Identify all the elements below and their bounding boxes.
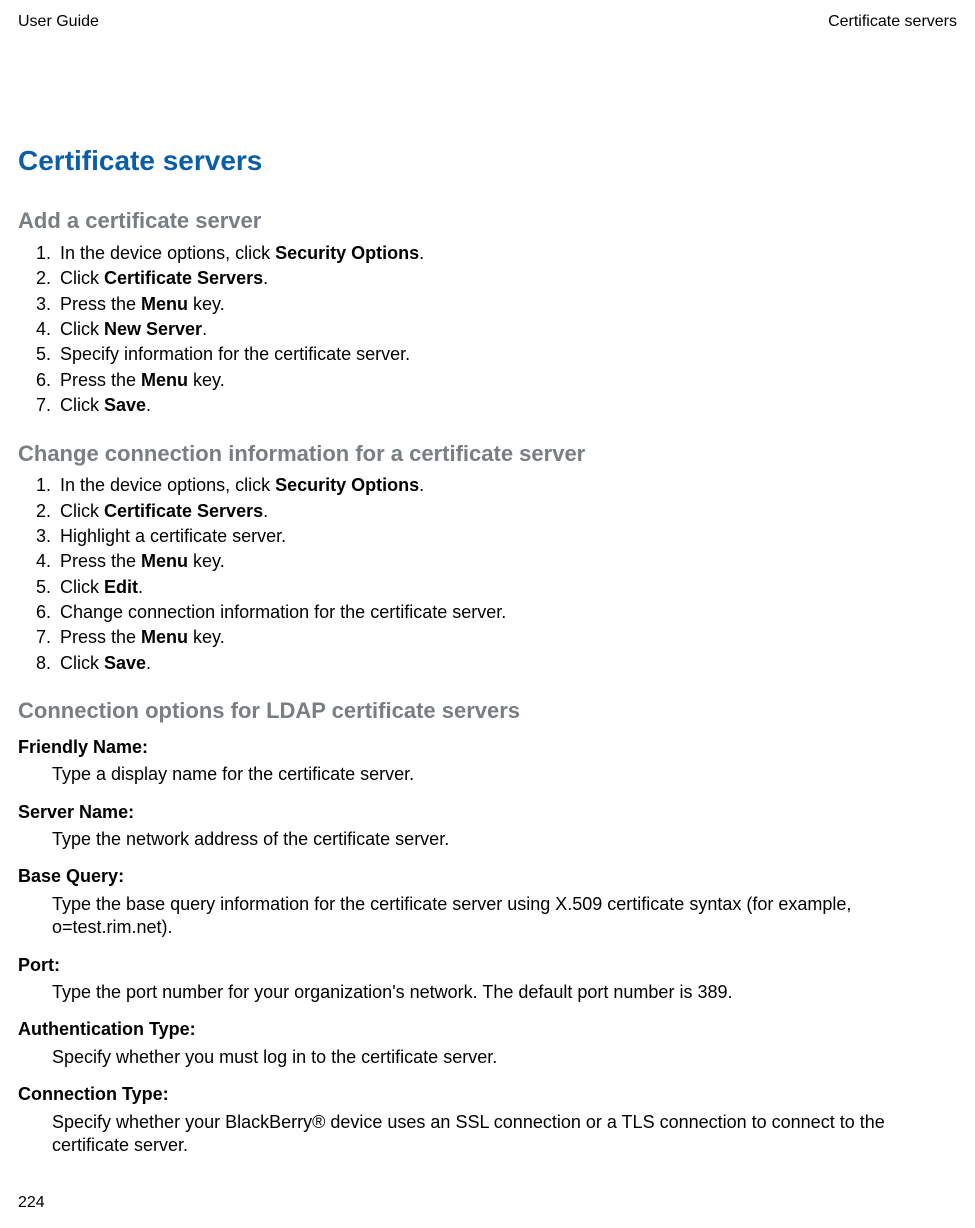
page-number: 224 bbox=[18, 1193, 45, 1214]
definition-list: Friendly Name Type a display name for th… bbox=[18, 736, 957, 1157]
definition-term: Authentication Type bbox=[18, 1019, 196, 1039]
header-right: Certificate servers bbox=[828, 12, 957, 33]
page-title: Certificate servers bbox=[18, 143, 957, 179]
list-item: Press the Menu key. bbox=[56, 293, 957, 316]
definition-term: Base Query bbox=[18, 866, 124, 886]
definition-body: Specify whether your BlackBerry® device … bbox=[52, 1111, 957, 1158]
definition-item: Server Name Type the network address of … bbox=[18, 801, 957, 852]
definition-item: Base Query Type the base query informati… bbox=[18, 865, 957, 939]
definition-item: Connection Type Specify whether your Bla… bbox=[18, 1083, 957, 1157]
steps-add: In the device options, click Security Op… bbox=[18, 242, 957, 418]
definition-item: Port Type the port number for your organ… bbox=[18, 954, 957, 1005]
definition-item: Friendly Name Type a display name for th… bbox=[18, 736, 957, 787]
list-item: Change connection information for the ce… bbox=[56, 601, 957, 624]
steps-change: In the device options, click Security Op… bbox=[18, 474, 957, 675]
definition-body: Type the network address of the certific… bbox=[52, 828, 957, 851]
header-left: User Guide bbox=[18, 12, 99, 33]
list-item: Specify information for the certificate … bbox=[56, 343, 957, 366]
definition-body: Type the port number for your organizati… bbox=[52, 981, 957, 1004]
list-item: Press the Menu key. bbox=[56, 369, 957, 392]
definition-body: Specify whether you must log in to the c… bbox=[52, 1046, 957, 1069]
list-item: In the device options, click Security Op… bbox=[56, 474, 957, 497]
definition-item: Authentication Type Specify whether you … bbox=[18, 1018, 957, 1069]
definition-term: Connection Type bbox=[18, 1084, 169, 1104]
page-root: User Guide Certificate servers Certifica… bbox=[0, 0, 975, 1228]
list-item: Highlight a certificate server. bbox=[56, 525, 957, 548]
definition-term: Server Name bbox=[18, 802, 134, 822]
definition-body: Type a display name for the certificate … bbox=[52, 763, 957, 786]
section-heading-options: Connection options for LDAP certificate … bbox=[18, 697, 957, 726]
list-item: Click Certificate Servers. bbox=[56, 267, 957, 290]
list-item: Click Edit. bbox=[56, 576, 957, 599]
list-item: Click New Server. bbox=[56, 318, 957, 341]
list-item: Click Certificate Servers. bbox=[56, 500, 957, 523]
list-item: Click Save. bbox=[56, 394, 957, 417]
running-header: User Guide Certificate servers bbox=[18, 12, 957, 33]
section-heading-change: Change connection information for a cert… bbox=[18, 440, 957, 469]
list-item: Click Save. bbox=[56, 652, 957, 675]
list-item: In the device options, click Security Op… bbox=[56, 242, 957, 265]
definition-term: Friendly Name bbox=[18, 737, 148, 757]
section-heading-add: Add a certificate server bbox=[18, 207, 957, 236]
list-item: Press the Menu key. bbox=[56, 626, 957, 649]
list-item: Press the Menu key. bbox=[56, 550, 957, 573]
definition-body: Type the base query information for the … bbox=[52, 893, 957, 940]
definition-term: Port bbox=[18, 955, 60, 975]
